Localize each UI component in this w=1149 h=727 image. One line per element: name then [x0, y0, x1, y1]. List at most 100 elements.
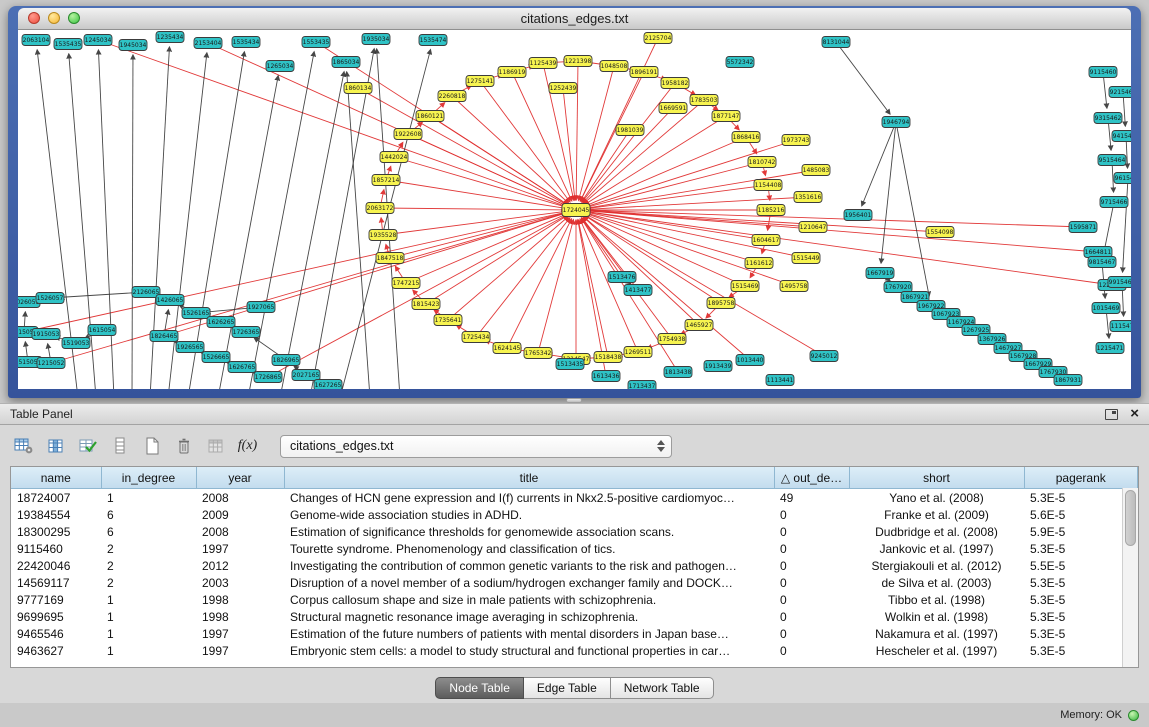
- window-titlebar[interactable]: citations_edges.txt: [18, 8, 1131, 30]
- function-builder-icon[interactable]: f(x): [234, 434, 261, 459]
- delete-column-icon[interactable]: [170, 434, 197, 459]
- minimize-window-button[interactable]: [48, 12, 60, 24]
- graph-node[interactable]: 1626265: [207, 317, 235, 328]
- column-header-name[interactable]: name: [11, 467, 101, 489]
- graph-node[interactable]: 1154408: [754, 180, 782, 191]
- graph-node[interactable]: 1896191: [630, 67, 658, 78]
- column-header-pagerank[interactable]: pagerank: [1024, 467, 1138, 489]
- graph-node[interactable]: 1973743: [782, 135, 810, 146]
- graph-node[interactable]: 1485083: [802, 165, 830, 176]
- graph-node[interactable]: 1252439: [549, 83, 577, 94]
- graph-node[interactable]: 1442024: [380, 152, 408, 163]
- graph-node[interactable]: 1426065: [156, 295, 184, 306]
- table-scrollbar[interactable]: [1122, 488, 1138, 667]
- graph-node[interactable]: 1015469: [1092, 303, 1120, 314]
- table-row[interactable]: 1456911722003Disruption of a novel membe…: [11, 574, 1138, 591]
- show-columns-icon[interactable]: [42, 434, 69, 459]
- graph-node[interactable]: 1185216: [757, 205, 785, 216]
- graph-node[interactable]: 1627265: [314, 380, 342, 390]
- graph-node[interactable]: 1265034: [266, 61, 294, 72]
- graph-node[interactable]: 1210647: [799, 222, 827, 233]
- graph-node[interactable]: 1615054: [88, 325, 116, 336]
- tab-network-table[interactable]: Network Table: [611, 677, 714, 699]
- graph-node[interactable]: 1813438: [664, 367, 692, 378]
- graph-node[interactable]: 2153404: [194, 38, 222, 49]
- column-header-title[interactable]: title: [284, 467, 774, 489]
- graph-node[interactable]: 1351616: [794, 192, 822, 203]
- graph-node[interactable]: 1667919: [866, 268, 894, 279]
- graph-node[interactable]: 1868416: [732, 132, 760, 143]
- graph-node[interactable]: 1847518: [376, 253, 404, 264]
- graph-node[interactable]: 1115470: [1110, 321, 1131, 332]
- graph-node[interactable]: 9515464: [1098, 155, 1126, 166]
- graph-node[interactable]: 1518438: [594, 352, 622, 363]
- table-row[interactable]: 1872400712008Changes of HCN gene express…: [11, 489, 1138, 507]
- graph-node[interactable]: 1626765: [228, 362, 256, 373]
- create-column-icon[interactable]: [138, 434, 165, 459]
- graph-node[interactable]: 1215471: [1096, 343, 1124, 354]
- graph-node[interactable]: 1865034: [332, 57, 360, 68]
- graph-node[interactable]: 1867931: [1054, 375, 1082, 386]
- graph-node[interactable]: 1535434: [232, 37, 260, 48]
- table-row[interactable]: 911546021997Tourette syndrome. Phenomeno…: [11, 540, 1138, 557]
- graph-node[interactable]: 1935528: [369, 230, 397, 241]
- graph-node[interactable]: 2063172: [366, 203, 394, 214]
- table-row[interactable]: 946362711997Embryonic stem cells: a mode…: [11, 642, 1138, 659]
- graph-node[interactable]: 1269511: [624, 347, 652, 358]
- row-height-icon[interactable]: [106, 434, 133, 459]
- tab-edge-table[interactable]: Edge Table: [524, 677, 611, 699]
- graph-node[interactable]: 9215461: [1109, 87, 1131, 98]
- graph-node[interactable]: 1535474: [419, 35, 447, 46]
- graph-node[interactable]: 1554098: [926, 227, 954, 238]
- table-settings-icon[interactable]: [10, 434, 37, 459]
- graph-node[interactable]: 9815467: [1088, 257, 1116, 268]
- graph-node[interactable]: 1013440: [736, 355, 764, 366]
- tab-node-table[interactable]: Node Table: [435, 677, 524, 699]
- graph-node[interactable]: 1553435: [302, 37, 330, 48]
- graph-node[interactable]: 1926565: [176, 342, 204, 353]
- graph-node[interactable]: 9315462: [1094, 113, 1122, 124]
- graph-node[interactable]: 1922608: [394, 129, 422, 140]
- graph-node[interactable]: 1946794: [882, 117, 910, 128]
- select-all-icon[interactable]: [74, 434, 101, 459]
- graph-node[interactable]: 1857214: [372, 175, 400, 186]
- graph-node[interactable]: 1895758: [707, 298, 735, 309]
- graph-node[interactable]: 8131044: [822, 37, 850, 48]
- graph-node[interactable]: 1747215: [392, 278, 420, 289]
- citation-graph[interactable]: 1724045118521616046171161612151546918957…: [18, 30, 1131, 389]
- graph-node[interactable]: 1935034: [362, 34, 390, 45]
- import-table-icon[interactable]: [202, 434, 229, 459]
- graph-node[interactable]: 1515469: [731, 281, 759, 292]
- graph-node[interactable]: 1860121: [416, 111, 444, 122]
- graph-node[interactable]: 5572342: [726, 57, 754, 68]
- close-panel-icon[interactable]: ×: [1130, 408, 1139, 420]
- graph-node[interactable]: 1245034: [84, 35, 112, 46]
- graph-node[interactable]: 1783503: [690, 95, 718, 106]
- graph-node[interactable]: 1754938: [658, 334, 686, 345]
- table-row[interactable]: 1938455462009Genome-wide association stu…: [11, 506, 1138, 523]
- table-scrollbar-thumb[interactable]: [1125, 490, 1136, 546]
- graph-node[interactable]: 1956401: [844, 210, 872, 221]
- table-row[interactable]: 977716911998Corpus callosum shape and si…: [11, 591, 1138, 608]
- graph-node[interactable]: 2125704: [644, 33, 672, 44]
- close-window-button[interactable]: [28, 12, 40, 24]
- graph-node[interactable]: 1726865: [254, 372, 282, 383]
- column-header-year[interactable]: year: [196, 467, 284, 489]
- graph-node[interactable]: 1161612: [745, 258, 773, 269]
- graph-node[interactable]: 1945034: [119, 40, 147, 51]
- graph-node[interactable]: 1669591: [659, 103, 687, 114]
- graph-node[interactable]: 1860134: [344, 83, 372, 94]
- table-row[interactable]: 1830029562008Estimation of significance …: [11, 523, 1138, 540]
- graph-node[interactable]: 1913439: [704, 361, 732, 372]
- graph-node[interactable]: 9615465: [1114, 173, 1131, 184]
- graph-node[interactable]: 1465927: [685, 320, 713, 331]
- graph-node[interactable]: 1725434: [462, 332, 490, 343]
- column-header-in_degree[interactable]: in_degree: [101, 467, 196, 489]
- graph-node[interactable]: 1767920: [884, 282, 912, 293]
- graph-node[interactable]: 1735641: [434, 315, 462, 326]
- graph-node[interactable]: 1186919: [498, 67, 526, 78]
- graph-node[interactable]: 1515449: [792, 253, 820, 264]
- graph-node[interactable]: 1624145: [493, 343, 521, 354]
- graph-node[interactable]: 1526165: [182, 308, 210, 319]
- graph-node[interactable]: 2126065: [132, 287, 160, 298]
